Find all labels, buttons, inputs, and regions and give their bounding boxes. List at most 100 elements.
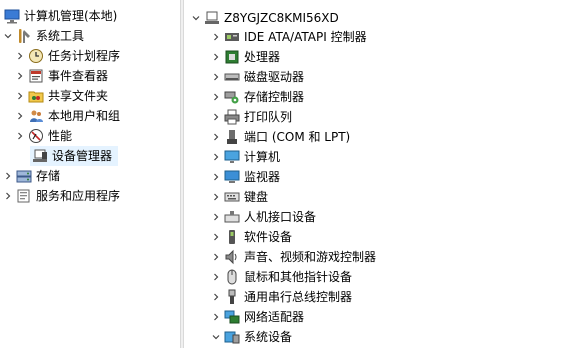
computer-icon	[204, 10, 220, 26]
chevron-down-icon[interactable]	[190, 8, 202, 28]
tree-item-task-scheduler[interactable]: 任务计划程序	[14, 46, 120, 66]
chevron-right-icon[interactable]	[210, 47, 222, 67]
speaker-icon	[224, 249, 240, 265]
keyboard-icon	[224, 189, 240, 205]
tree-item-local-users[interactable]: 本地用户和组	[14, 106, 120, 126]
chevron-right-icon[interactable]	[210, 187, 222, 207]
tree-item-performance[interactable]: 性能	[14, 126, 72, 146]
monitor-icon	[224, 169, 240, 185]
network-adapter-icon	[224, 309, 240, 325]
tree-item-storage[interactable]: 存储	[2, 166, 60, 186]
tree-item-system-tools[interactable]: 系统工具	[2, 26, 84, 46]
device-tree-root[interactable]: Z8YGJZC8KMI56XD	[190, 8, 339, 28]
device-category-label: 声音、视频和游戏控制器	[244, 250, 377, 264]
device-category-label: 打印队列	[244, 110, 293, 124]
event-viewer-icon	[28, 68, 44, 84]
chevron-right-icon[interactable]	[210, 287, 222, 307]
tree-item-label: 系统工具	[36, 29, 85, 43]
device-category-ports[interactable]: 端口 (COM 和 LPT)	[210, 127, 350, 147]
device-category-monitor[interactable]: 监视器	[210, 167, 280, 187]
tree-root-label: 计算机管理(本地)	[24, 9, 118, 23]
printer-icon	[224, 109, 240, 125]
chevron-right-icon[interactable]	[14, 46, 26, 66]
device-category-label: 软件设备	[244, 230, 293, 244]
device-category-label: 系统设备	[244, 330, 293, 344]
chevron-right-icon[interactable]	[210, 127, 222, 147]
chevron-right-icon[interactable]	[210, 107, 222, 127]
chevron-right-icon[interactable]	[210, 147, 222, 167]
console-tree: 计算机管理(本地) 系统工具 任务计划程序 事件查看器 共享文件夹 本地用户和组…	[0, 0, 180, 348]
tree-item-label: 共享文件夹	[48, 89, 109, 103]
disk-drive-icon	[224, 69, 240, 85]
storage-controller-icon	[224, 89, 240, 105]
mouse-icon	[224, 269, 240, 285]
device-manager-icon	[32, 148, 48, 164]
chevron-right-icon[interactable]	[210, 167, 222, 187]
tree-item-label: 设备管理器	[52, 149, 113, 163]
usb-icon	[224, 289, 240, 305]
chevron-right-icon[interactable]	[210, 87, 222, 107]
system-device-icon	[224, 329, 240, 345]
device-category-label: 网络适配器	[244, 310, 305, 324]
tools-icon	[16, 28, 32, 44]
computer-management-icon	[4, 8, 20, 24]
device-category-software[interactable]: 软件设备	[210, 227, 292, 247]
tree-item-shared-folders[interactable]: 共享文件夹	[14, 86, 108, 106]
device-category-label: 通用串行总线控制器	[244, 290, 353, 304]
device-category-system[interactable]: 系统设备	[210, 327, 292, 347]
device-category-hid[interactable]: 人机接口设备	[210, 207, 316, 227]
tree-item-device-manager[interactable]: 设备管理器	[30, 146, 118, 166]
device-category-usb[interactable]: 通用串行总线控制器	[210, 287, 352, 307]
tree-item-services-apps[interactable]: 服务和应用程序	[2, 186, 120, 206]
computer-name: Z8YGJZC8KMI56XD	[224, 11, 339, 25]
chevron-right-icon[interactable]	[210, 227, 222, 247]
chevron-right-icon[interactable]	[14, 66, 26, 86]
performance-icon	[28, 128, 44, 144]
storage-icon	[16, 168, 32, 184]
chevron-right-icon[interactable]	[210, 307, 222, 327]
shared-folder-icon	[28, 88, 44, 104]
tree-root[interactable]: 计算机管理(本地)	[2, 6, 117, 26]
device-category-print-queue[interactable]: 打印队列	[210, 107, 292, 127]
device-category-label: 存储控制器	[244, 90, 305, 104]
device-category-processor[interactable]: 处理器	[210, 47, 280, 67]
chevron-right-icon[interactable]	[210, 67, 222, 87]
device-tree: Z8YGJZC8KMI56XD IDE ATA/ATAPI 控制器 处理器 磁盘…	[184, 0, 573, 348]
chevron-right-icon[interactable]	[14, 106, 26, 126]
software-device-icon	[224, 229, 240, 245]
device-category-network[interactable]: 网络适配器	[210, 307, 304, 327]
computer-icon	[224, 149, 240, 165]
tree-item-label: 本地用户和组	[48, 109, 121, 123]
chevron-right-icon[interactable]	[210, 247, 222, 267]
chevron-right-icon[interactable]	[14, 86, 26, 106]
services-icon	[16, 188, 32, 204]
device-category-mouse[interactable]: 鼠标和其他指针设备	[210, 267, 352, 287]
chevron-right-icon[interactable]	[14, 126, 26, 146]
ide-controller-icon	[224, 29, 240, 45]
chevron-right-icon[interactable]	[210, 27, 222, 47]
chevron-down-icon[interactable]	[210, 327, 222, 347]
device-category-computer[interactable]: 计算机	[210, 147, 280, 167]
device-category-label: 计算机	[244, 150, 281, 164]
device-category-disk[interactable]: 磁盘驱动器	[210, 67, 304, 87]
tree-item-label: 服务和应用程序	[36, 189, 121, 203]
device-category-sound[interactable]: 声音、视频和游戏控制器	[210, 247, 376, 267]
device-category-label: 端口 (COM 和 LPT)	[244, 130, 351, 144]
device-category-keyboard[interactable]: 键盘	[210, 187, 268, 207]
tree-item-event-viewer[interactable]: 事件查看器	[14, 66, 108, 86]
device-category-ide[interactable]: IDE ATA/ATAPI 控制器	[210, 27, 367, 47]
chevron-right-icon[interactable]	[210, 267, 222, 287]
device-category-storage-controller[interactable]: 存储控制器	[210, 87, 304, 107]
device-category-label: 键盘	[244, 190, 269, 204]
chevron-down-icon[interactable]	[2, 26, 14, 46]
port-icon	[224, 129, 240, 145]
chevron-right-icon[interactable]	[2, 166, 14, 186]
device-category-label: 人机接口设备	[244, 210, 317, 224]
device-category-label: IDE ATA/ATAPI 控制器	[244, 30, 367, 44]
chevron-right-icon[interactable]	[210, 207, 222, 227]
users-icon	[28, 108, 44, 124]
tree-item-label: 性能	[48, 129, 73, 143]
device-category-label: 处理器	[244, 50, 281, 64]
chevron-right-icon[interactable]	[2, 186, 14, 206]
device-category-label: 磁盘驱动器	[244, 70, 305, 84]
